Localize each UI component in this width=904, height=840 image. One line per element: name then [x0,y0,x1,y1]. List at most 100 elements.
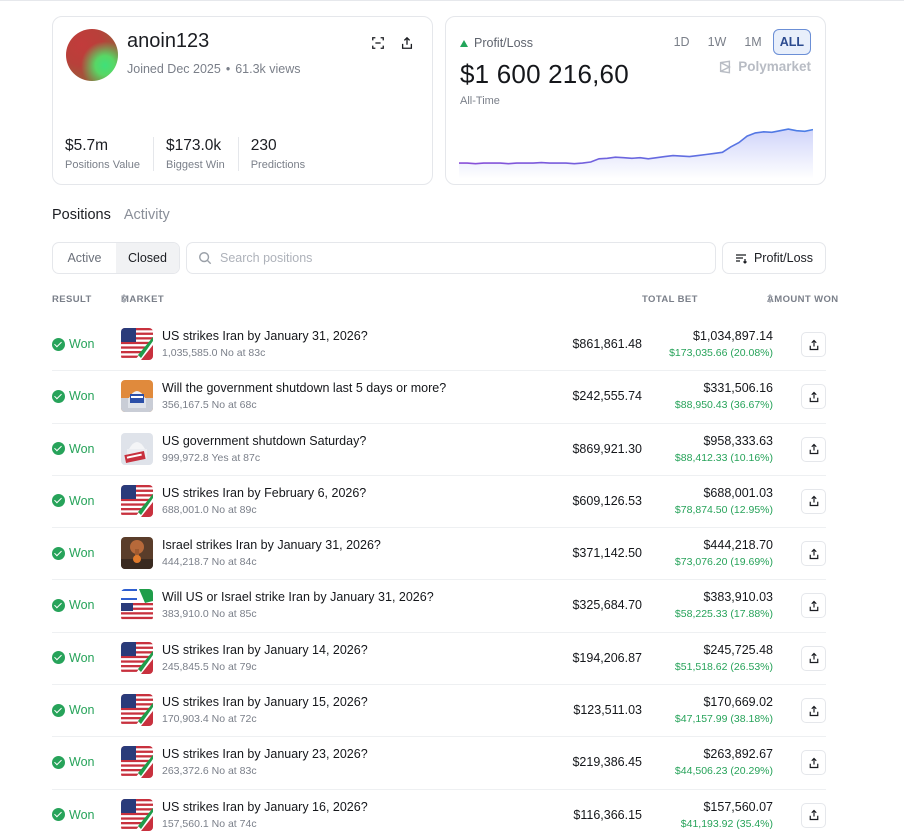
market-thumbnail[interactable] [121,537,153,570]
market-title[interactable]: US strikes Iran by January 16, 2026? [162,800,368,814]
share-button[interactable] [801,750,826,776]
share-profile-icon[interactable] [398,34,416,52]
amount-won: $444,218.70 [703,538,773,553]
joined-info: Joined Dec 2025 • 61.3k views [127,62,301,76]
market-position: 263,372.6 No at 83c [162,765,257,778]
profit-amount: $41,193.92 (35.4%) [680,817,773,830]
total-bet: $609,126.53 [572,493,642,508]
sort-icon [767,294,773,303]
header-market-label: MARKET [121,294,165,305]
market-position: 383,910.0 No at 85c [162,608,257,621]
table-row[interactable]: Won US strikes Iran by January 31, 2026? 1… [52,319,826,372]
market-thumbnail[interactable] [121,328,153,360]
stat-value: $173.0k [166,137,222,154]
header-amount-won[interactable]: AMOUNT WON [767,294,838,305]
result-cell: Won [52,546,94,560]
share-button[interactable] [801,384,826,410]
filter-active[interactable]: Active [53,243,116,273]
market-title[interactable]: Israel strikes Iran by January 31, 2026? [162,538,381,552]
total-bet: $861,861.48 [572,337,642,351]
amount-won: $170,669.02 [703,695,773,710]
table-row[interactable]: Won Will US or Israel strike Iran by Janu… [52,580,826,633]
table-header: RESULT MARKET TOTAL BET AMOUNT WON [52,294,838,306]
profit-amount: $88,412.33 (10.16%) [674,451,773,464]
table-row[interactable]: Won US strikes Iran by January 23, 2026? 2… [52,737,826,790]
stat-biggest-win: $173.0k Biggest Win [166,137,239,171]
market-thumbnail[interactable] [121,641,153,674]
profit-amount: $173,035.66 (20.08%) [669,347,773,359]
table-row[interactable]: Won US strikes Iran by February 6, 2026? 6… [52,476,826,529]
market-position: 356,167.5 No at 68c [162,399,257,412]
market-title[interactable]: Will US or Israel strike Iran by January… [162,590,434,604]
result-label: Won [69,807,95,822]
range-1w[interactable]: 1W [701,29,734,55]
search-input[interactable] [220,251,700,265]
views-count: 61.3k views [235,62,301,76]
result-label: Won [69,441,95,456]
share-icon [809,652,818,664]
sort-button[interactable]: Profit/Loss [722,242,826,274]
market-thumbnail[interactable] [121,589,153,622]
market-title[interactable]: US strikes Iran by January 15, 2026? [162,695,368,709]
sort-lines-icon [735,254,747,264]
result-cell: Won [52,755,94,769]
table-row[interactable]: Won US government shutdown Saturday? 999,9… [52,424,826,476]
market-position: 444,218.7 No at 84c [162,556,257,569]
status-segmented-control: Active Closed [52,242,180,274]
range-1m[interactable]: 1M [737,29,768,55]
result-label: Won [69,755,95,770]
profit-amount: $73,076.20 (19.69%) [674,556,773,569]
share-button[interactable] [801,332,826,357]
table-row[interactable]: Won US strikes Iran by January 16, 2026? 1… [52,790,826,840]
market-title[interactable]: US strikes Iran by February 6, 2026? [162,486,366,500]
market-title[interactable]: US government shutdown Saturday? [162,434,366,448]
table-row[interactable]: Won Israel strikes Iran by January 31, 20… [52,528,826,581]
result-cell: Won [52,703,94,717]
share-button[interactable] [801,436,826,462]
stat-label: Positions Value [65,159,141,171]
range-all[interactable]: ALL [772,29,811,55]
joined-date: Joined Dec 2025 [127,62,221,76]
market-thumbnail[interactable] [121,694,153,727]
total-bet: $123,511.03 [573,703,642,718]
market-thumbnail[interactable] [121,432,153,465]
market-thumbnail[interactable] [121,798,153,831]
header-market[interactable]: MARKET [121,294,164,305]
tab-positions[interactable]: Positions [52,207,111,223]
pnl-value: $1 600 216,60 [460,59,629,89]
stat-positions-value: $5.7m Positions Value [65,137,155,171]
market-position: 157,560.1 No at 74c [162,817,257,830]
profit-amount: $58,225.33 (17.88%) [674,608,773,621]
table-row[interactable]: Won US strikes Iran by January 14, 2026? 2… [52,633,826,686]
tab-activity[interactable]: Activity [124,207,170,223]
market-title[interactable]: US strikes Iran by January 23, 2026? [162,747,368,761]
share-button[interactable] [801,541,826,567]
share-button[interactable] [801,698,826,724]
share-button[interactable] [801,593,826,619]
positions-table: Won US strikes Iran by January 31, 2026? 1… [52,319,826,840]
share-button[interactable] [801,645,826,671]
market-title[interactable]: US strikes Iran by January 14, 2026? [162,643,368,657]
market-title[interactable]: Will the government shutdown last 5 days… [162,381,446,395]
sort-icon [121,294,127,303]
table-row[interactable]: Won US strikes Iran by January 15, 2026? 1… [52,685,826,738]
pnl-sparkline [459,128,813,179]
pnl-card: Profit/Loss $1 600 216,60 All-Time 1D 1W… [445,16,826,185]
market-title[interactable]: US strikes Iran by January 31, 2026? [162,329,368,343]
range-1d[interactable]: 1D [667,29,697,55]
section-tabs: Positions Activity [52,207,170,223]
polymarket-brand: Polymarket [718,59,811,74]
share-icon [809,600,818,612]
filter-closed[interactable]: Closed [116,243,179,273]
market-thumbnail[interactable] [121,746,153,779]
share-button[interactable] [801,488,826,514]
amount-won: $263,892.67 [703,747,773,762]
scan-icon[interactable] [369,34,387,52]
table-row[interactable]: Won Will the government shutdown last 5 d… [52,371,826,424]
result-label: Won [69,650,95,665]
market-thumbnail[interactable] [121,484,153,517]
share-button[interactable] [801,802,826,828]
market-thumbnail[interactable] [121,380,153,413]
profit-amount: $78,874.50 (12.95%) [674,503,773,516]
amount-won: $383,910.03 [703,590,773,605]
